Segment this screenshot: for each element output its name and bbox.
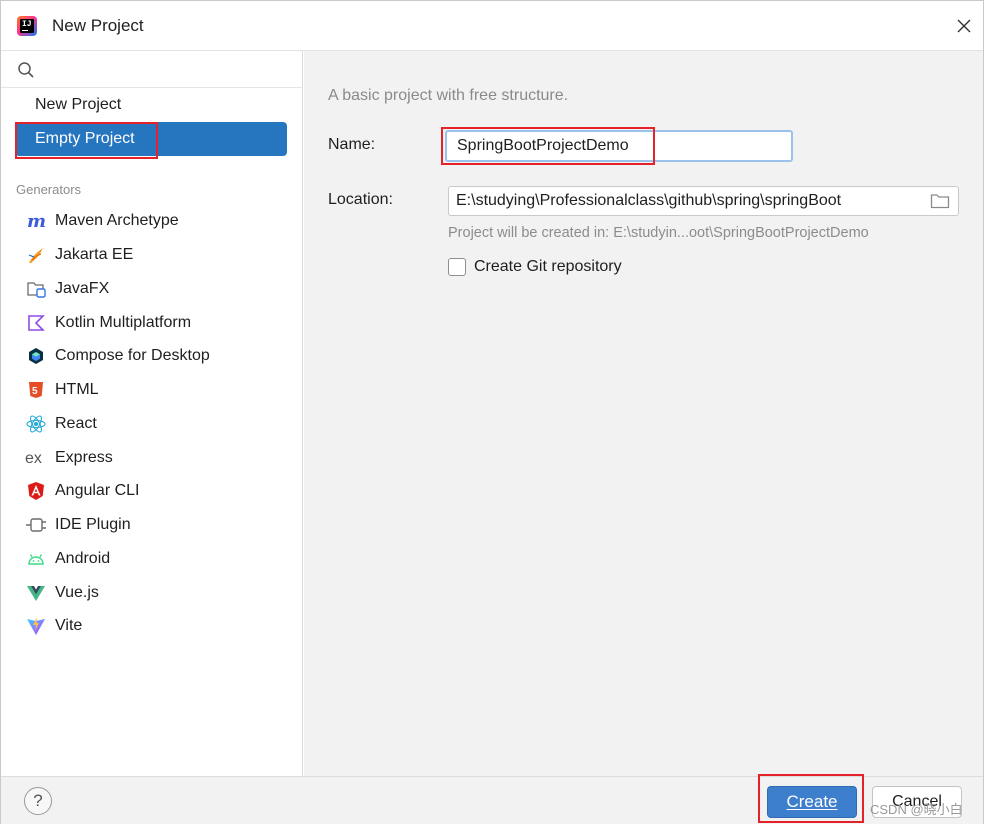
generator-item-express[interactable]: ex Express xyxy=(15,442,287,474)
project-type-sidebar: New Project Empty Project Generators m M… xyxy=(1,51,303,776)
generator-label: Vue.js xyxy=(55,584,99,601)
location-field xyxy=(448,186,959,216)
location-hint: Project will be created in: E:\studyin..… xyxy=(448,225,869,241)
location-label: Location: xyxy=(328,191,393,208)
sidebar-search xyxy=(1,51,302,88)
generator-item-maven-archetype[interactable]: m Maven Archetype xyxy=(15,205,287,237)
generator-item-javafx[interactable]: JavaFX xyxy=(15,273,287,305)
android-icon xyxy=(25,548,47,570)
generator-item-jakarta-ee[interactable]: Jakarta EE xyxy=(15,239,287,271)
dialog-footer: ? Create Cancel CSDN @晓小白 xyxy=(1,774,983,824)
generator-label: JavaFX xyxy=(55,280,110,297)
close-button[interactable] xyxy=(949,11,979,41)
create-button[interactable]: Create xyxy=(767,786,857,818)
folder-icon[interactable] xyxy=(930,192,950,210)
generator-item-kotlin-multiplatform[interactable]: Kotlin Multiplatform xyxy=(15,307,287,339)
generator-label: React xyxy=(55,415,97,432)
svg-text:m: m xyxy=(27,211,46,231)
generator-label: HTML xyxy=(55,381,99,398)
generators-heading: Generators xyxy=(16,182,82,197)
create-git-repository-option[interactable]: Create Git repository xyxy=(448,258,622,276)
generator-label: Jakarta EE xyxy=(55,246,134,263)
intellij-logo-icon: IJ xyxy=(17,16,37,36)
generator-label: Express xyxy=(55,449,113,466)
generator-item-ide-plugin[interactable]: IDE Plugin xyxy=(15,509,287,541)
generator-item-vuejs[interactable]: Vue.js xyxy=(15,577,287,609)
generator-label: Maven Archetype xyxy=(55,212,179,229)
search-icon xyxy=(18,62,34,78)
angular-icon xyxy=(25,480,47,502)
name-label: Name: xyxy=(328,136,376,153)
location-input[interactable] xyxy=(449,187,919,215)
generator-item-angular-cli[interactable]: Angular CLI xyxy=(15,475,287,507)
help-icon: ? xyxy=(33,791,43,810)
search-input[interactable] xyxy=(41,57,291,83)
javafx-icon xyxy=(25,278,47,300)
compose-icon xyxy=(25,345,47,367)
jakarta-ee-icon xyxy=(25,244,47,266)
generator-label: Android xyxy=(55,550,111,567)
help-button[interactable]: ? xyxy=(24,787,52,815)
generator-item-android[interactable]: Android xyxy=(15,543,287,575)
git-checkbox-label: Create Git repository xyxy=(474,258,622,275)
html5-icon: 5 xyxy=(25,379,47,401)
watermark: CSDN @晓小白 xyxy=(870,802,963,817)
generator-label: IDE Plugin xyxy=(55,516,131,533)
sidebar-item-new-project[interactable]: New Project xyxy=(15,88,287,122)
svg-text:5: 5 xyxy=(32,386,38,397)
svg-text:ex: ex xyxy=(25,450,42,467)
project-settings-panel: A basic project with free structure. Nam… xyxy=(304,51,983,776)
generator-label: Compose for Desktop xyxy=(55,347,210,364)
generator-label: Kotlin Multiplatform xyxy=(55,314,192,331)
sidebar-item-empty-project[interactable]: Empty Project xyxy=(15,122,287,156)
kotlin-icon xyxy=(25,312,47,334)
title-bar: IJ New Project xyxy=(1,1,983,51)
project-name-input[interactable] xyxy=(445,130,793,162)
new-project-dialog: IJ New Project New Project Empty Project… xyxy=(0,0,984,824)
close-icon xyxy=(957,19,971,33)
maven-icon: m xyxy=(25,210,47,232)
generator-item-vite[interactable]: Vite xyxy=(15,610,287,642)
vue-icon xyxy=(25,582,47,604)
generator-item-html[interactable]: 5 HTML xyxy=(15,374,287,406)
project-description: A basic project with free structure. xyxy=(328,87,569,104)
generator-item-compose-for-desktop[interactable]: Compose for Desktop xyxy=(15,340,287,372)
generator-label: Angular CLI xyxy=(55,482,140,499)
vite-icon xyxy=(25,615,47,637)
react-icon xyxy=(25,413,47,435)
generator-label: Vite xyxy=(55,617,83,634)
plugin-icon xyxy=(25,514,47,536)
dialog-title: New Project xyxy=(52,16,144,35)
git-checkbox[interactable] xyxy=(448,258,466,276)
express-icon: ex xyxy=(25,447,47,469)
generator-item-react[interactable]: React xyxy=(15,408,287,440)
